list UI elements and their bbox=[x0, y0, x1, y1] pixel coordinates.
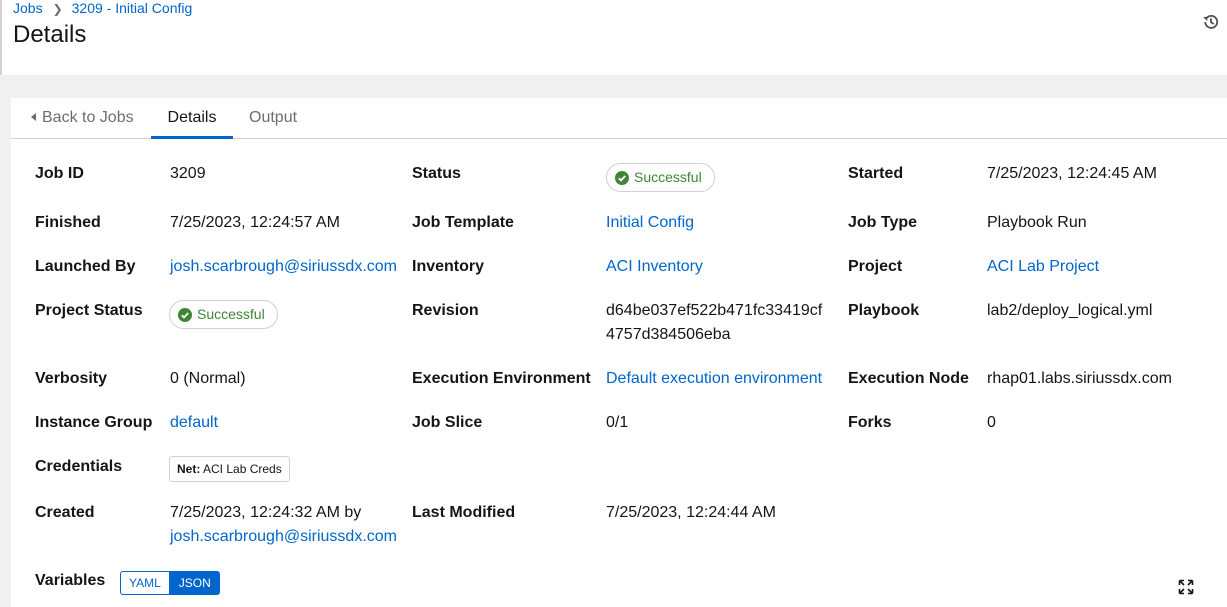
last-modified-label: Last Modified bbox=[412, 504, 516, 521]
revision-label: Revision bbox=[412, 302, 479, 319]
last-modified-value: 7/25/2023, 12:24:44 AM bbox=[606, 504, 776, 521]
created-label: Created bbox=[35, 504, 95, 521]
check-circle-icon bbox=[615, 171, 629, 185]
job-slice-value: 0/1 bbox=[606, 414, 629, 431]
credential-name: ACI Lab Creds bbox=[203, 462, 282, 476]
chevron-right-icon: ❯ bbox=[52, 2, 63, 16]
execution-node-value: rhap01.labs.siriussdx.com bbox=[987, 370, 1172, 387]
variables-format-toggle: YAML JSON bbox=[120, 571, 220, 595]
tab-bar: Back to Jobs Details Output bbox=[11, 98, 1227, 139]
yaml-toggle-button[interactable]: YAML bbox=[120, 571, 170, 595]
revision-value-line1: d64be037ef522b471fc33419cf bbox=[606, 302, 823, 319]
job-details-card: Back to Jobs Details Output Job ID 3209 … bbox=[11, 98, 1227, 607]
playbook-label: Playbook bbox=[848, 302, 920, 319]
started-label: Started bbox=[848, 165, 904, 182]
tab-back-to-jobs[interactable]: Back to Jobs bbox=[31, 98, 134, 139]
status-text: Successful bbox=[634, 169, 702, 185]
finished-label: Finished bbox=[35, 214, 101, 231]
inventory-label: Inventory bbox=[412, 258, 485, 275]
started-value: 7/25/2023, 12:24:45 AM bbox=[987, 165, 1157, 182]
job-template-label: Job Template bbox=[412, 214, 514, 231]
forks-value: 0 bbox=[987, 414, 996, 431]
json-toggle-button[interactable]: JSON bbox=[169, 571, 220, 595]
project-label: Project bbox=[848, 258, 903, 275]
forks-label: Forks bbox=[848, 414, 892, 431]
playbook-value: lab2/deploy_logical.yml bbox=[987, 302, 1153, 319]
execution-node-label: Execution Node bbox=[848, 370, 969, 387]
status-label: Status bbox=[412, 165, 461, 182]
job-id-value: 3209 bbox=[170, 165, 206, 182]
instance-group-link[interactable]: default bbox=[170, 411, 218, 435]
execution-environment-label: Execution Environment bbox=[412, 370, 591, 387]
status-badge: Successful bbox=[606, 163, 715, 192]
credential-chip[interactable]: Net: ACI Lab Creds bbox=[169, 456, 290, 482]
page-title: Details bbox=[13, 21, 87, 48]
created-value: 7/25/2023, 12:24:32 AM by bbox=[170, 504, 362, 521]
instance-group-label: Instance Group bbox=[35, 414, 153, 431]
project-status-text: Successful bbox=[197, 306, 265, 322]
breadcrumb: Jobs ❯ 3209 - Initial Config bbox=[13, 0, 192, 17]
caret-left-icon bbox=[31, 113, 36, 121]
inventory-link[interactable]: ACI Inventory bbox=[606, 255, 703, 279]
job-type-value: Playbook Run bbox=[987, 214, 1087, 231]
breadcrumb-jobs-link[interactable]: Jobs bbox=[13, 0, 43, 16]
credentials-label: Credentials bbox=[35, 458, 123, 475]
tab-details[interactable]: Details bbox=[151, 98, 233, 139]
variables-label: Variables bbox=[35, 572, 106, 589]
verbosity-label: Verbosity bbox=[35, 370, 108, 387]
finished-value: 7/25/2023, 12:24:57 AM bbox=[170, 214, 340, 231]
job-template-link[interactable]: Initial Config bbox=[606, 211, 694, 235]
created-by-link[interactable]: josh.scarbrough@siriussdx.com bbox=[170, 525, 397, 549]
launched-by-link[interactable]: josh.scarbrough@siriussdx.com bbox=[170, 255, 397, 279]
project-status-label: Project Status bbox=[35, 302, 143, 319]
project-status-badge: Successful bbox=[169, 300, 278, 329]
job-type-label: Job Type bbox=[848, 214, 918, 231]
launched-by-label: Launched By bbox=[35, 258, 136, 275]
breadcrumb-current-link[interactable]: 3209 - Initial Config bbox=[72, 0, 193, 16]
history-icon[interactable] bbox=[1202, 13, 1220, 31]
project-link[interactable]: ACI Lab Project bbox=[987, 255, 1099, 279]
verbosity-value: 0 (Normal) bbox=[170, 370, 246, 387]
credential-kind: Net: bbox=[177, 462, 201, 476]
execution-environment-link[interactable]: Default execution environment bbox=[606, 367, 822, 391]
job-slice-label: Job Slice bbox=[412, 414, 483, 431]
revision-value-line2: 4757d384506eba bbox=[606, 326, 731, 343]
check-circle-icon bbox=[178, 308, 192, 322]
tab-output[interactable]: Output bbox=[249, 98, 297, 139]
expand-icon[interactable] bbox=[1178, 579, 1194, 595]
page-header: Jobs ❯ 3209 - Initial Config Details bbox=[0, 0, 1227, 75]
job-id-label: Job ID bbox=[35, 165, 84, 182]
tab-back-label: Back to Jobs bbox=[42, 109, 134, 126]
